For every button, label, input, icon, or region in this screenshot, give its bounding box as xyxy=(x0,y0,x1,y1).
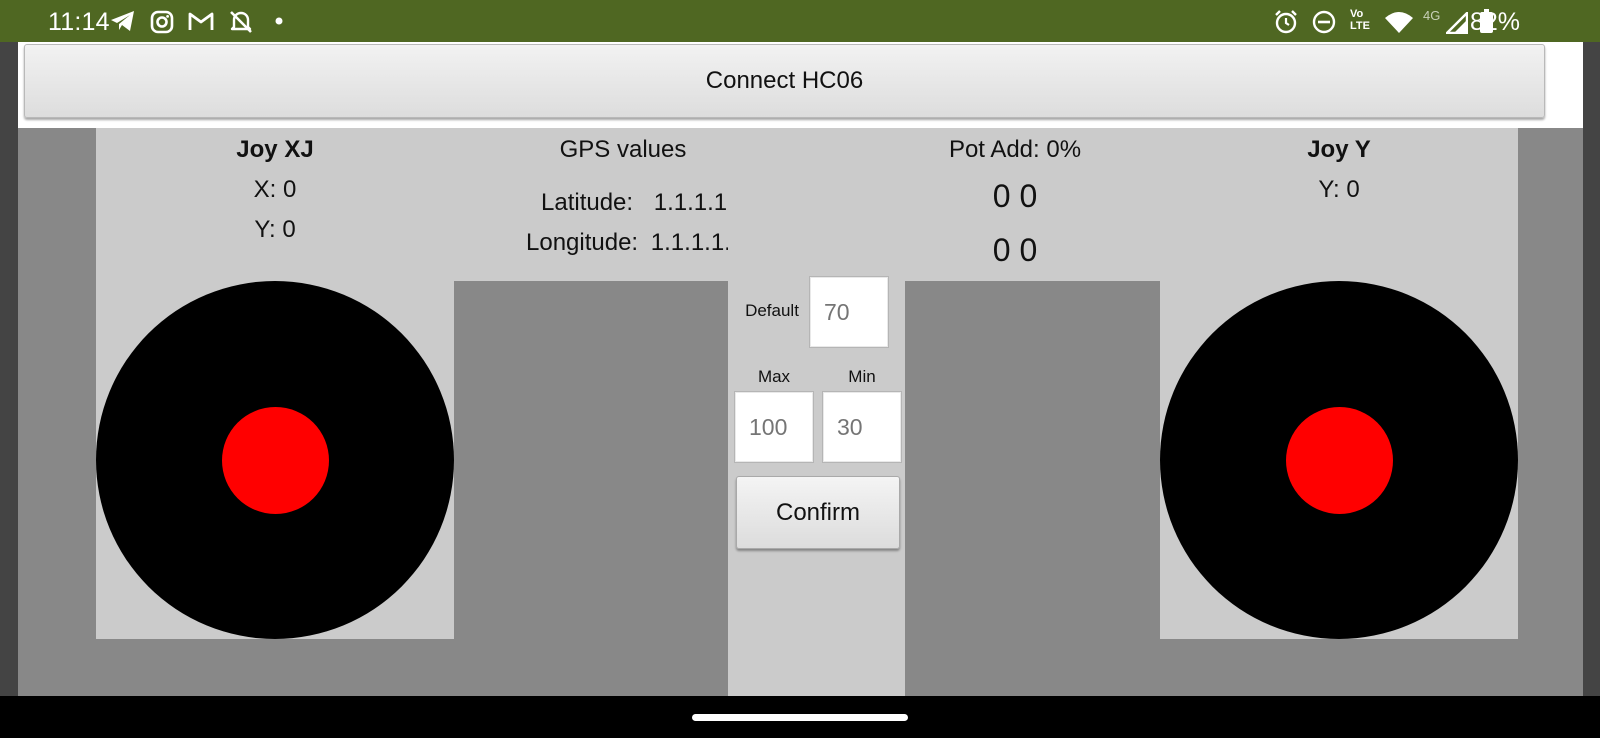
volte-bottom-label: LTE xyxy=(1350,20,1370,32)
dnd-icon xyxy=(1312,10,1336,34)
left-slider-track[interactable] xyxy=(454,281,728,703)
joy-right-title: Joy Y xyxy=(1307,136,1371,163)
volte-icon: Vo LTE xyxy=(1350,8,1376,36)
longitude-label: Longitude: xyxy=(526,229,639,256)
pot-add-label: Pot Add: 0% xyxy=(948,136,1082,163)
left-joystick-knob[interactable] xyxy=(222,407,329,514)
navigation-bar xyxy=(0,696,1600,738)
confirm-button[interactable]: Confirm xyxy=(736,476,900,549)
gmail-icon xyxy=(188,12,214,30)
pot-row-2: 0 0 xyxy=(992,232,1038,268)
status-time: 11:14 xyxy=(48,8,110,36)
wifi-icon xyxy=(1385,12,1413,33)
instagram-icon xyxy=(150,10,174,34)
volte-top-label: Vo xyxy=(1350,8,1364,20)
pot-row-1: 0 0 xyxy=(992,178,1038,214)
status-bar: 11:14 Vo LTE 4G 82% xyxy=(0,0,1600,42)
joy-left-y-value: Y: 0 xyxy=(254,216,296,243)
default-input[interactable] xyxy=(809,276,889,348)
right-slider-track[interactable] xyxy=(905,281,1160,703)
min-label: Min xyxy=(848,367,876,386)
dot-icon xyxy=(275,17,283,25)
alarm-icon xyxy=(1275,10,1297,34)
latitude-label: Latitude: xyxy=(541,189,634,216)
max-input[interactable] xyxy=(734,391,814,463)
max-label: Max xyxy=(757,367,791,386)
min-input[interactable] xyxy=(822,391,902,463)
network-type-label: 4G xyxy=(1423,8,1441,23)
joy-left-title: Joy XJ xyxy=(236,136,314,163)
telegram-icon xyxy=(111,11,134,31)
control-panel: Joy XJ X: 0 Y: 0 GPS values Latitude: 1.… xyxy=(18,128,1583,703)
default-label: Default xyxy=(745,301,799,320)
notifications-off-icon xyxy=(230,11,252,33)
gps-longitude-row: Longitude: 1.1.1.1.1 xyxy=(526,229,744,257)
joy-right-y-value: Y: 0 xyxy=(1318,176,1360,203)
connect-hc06-button[interactable]: Connect HC06 xyxy=(24,44,1545,118)
right-joystick-knob[interactable] xyxy=(1286,407,1393,514)
home-gesture-handle[interactable] xyxy=(692,714,908,721)
signal-4g-icon xyxy=(1446,12,1468,34)
gps-latitude-row: Latitude: 1.1.1.1.1 xyxy=(541,189,747,217)
app-window: Connect HC06 Joy XJ X: 0 Y: 0 GPS values… xyxy=(18,42,1583,703)
joy-left-x-value: X: 0 xyxy=(253,176,297,203)
battery-percentage: 82% xyxy=(1469,8,1520,36)
